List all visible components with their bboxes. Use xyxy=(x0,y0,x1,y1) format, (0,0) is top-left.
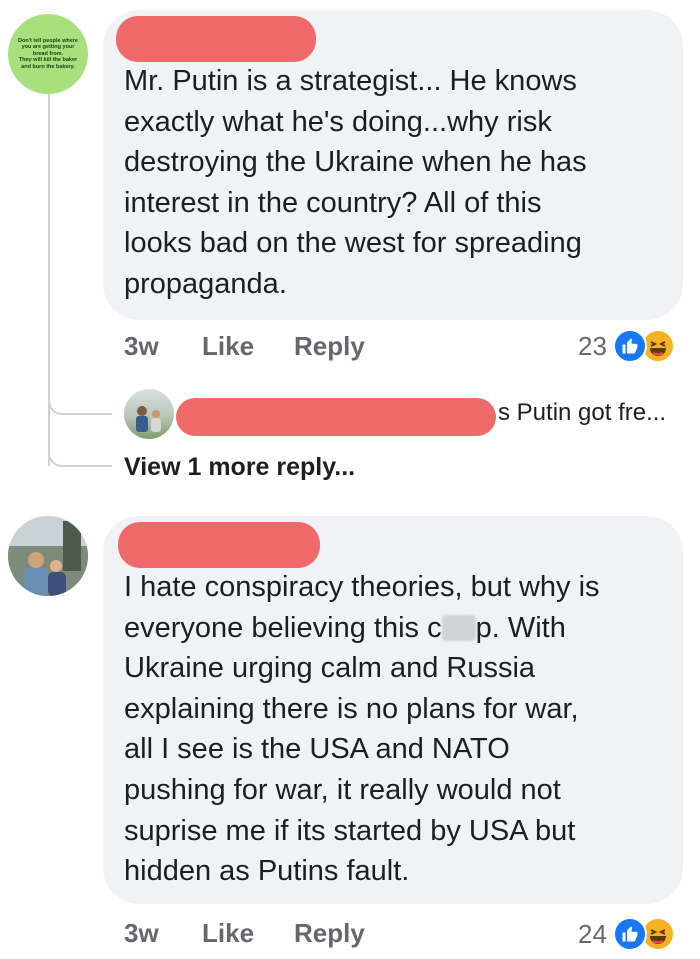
thread-branch xyxy=(48,395,112,415)
comment-actions: 3w Like Reply xyxy=(124,331,365,362)
comment-body: I hate conspiracy theories, but why is e… xyxy=(124,567,672,892)
thread-connector xyxy=(48,94,50,466)
comment-actions: 3w Like Reply xyxy=(124,918,365,949)
like-button[interactable]: Like xyxy=(202,918,294,949)
thumbs-up-icon xyxy=(612,329,647,363)
reaction-count: 23 xyxy=(578,330,607,361)
view-more-replies-link[interactable]: View 1 more reply... xyxy=(124,453,355,482)
redacted-reply-author xyxy=(176,398,496,436)
reaction-summary[interactable]: 24 xyxy=(578,917,675,951)
avatar[interactable]: Don't tell people where you are getting … xyxy=(8,14,88,94)
avatar[interactable] xyxy=(8,516,88,596)
avatar-text-line: and burn the bakery. xyxy=(21,63,75,70)
comment-timestamp[interactable]: 3w xyxy=(124,331,202,362)
comment-body: Mr. Putin is a strategist... He knows ex… xyxy=(124,65,587,300)
avatar[interactable] xyxy=(124,389,174,439)
reaction-count: 24 xyxy=(578,918,607,949)
censor-blur xyxy=(441,614,476,641)
like-button[interactable]: Like xyxy=(202,331,294,362)
thread-branch xyxy=(48,445,112,467)
comment-timestamp[interactable]: 3w xyxy=(124,918,202,949)
thumbs-up-icon xyxy=(612,917,647,951)
reply-button[interactable]: Reply xyxy=(294,918,365,949)
comment-body-part: p. With Ukraine urging calm and Russia e… xyxy=(124,611,579,888)
reply-button[interactable]: Reply xyxy=(294,331,365,362)
redacted-author-name xyxy=(118,522,320,568)
reaction-summary[interactable]: 23 xyxy=(578,329,675,363)
reply-preview-text[interactable]: s Putin got fre... xyxy=(498,399,666,427)
redacted-author-name xyxy=(116,16,316,62)
